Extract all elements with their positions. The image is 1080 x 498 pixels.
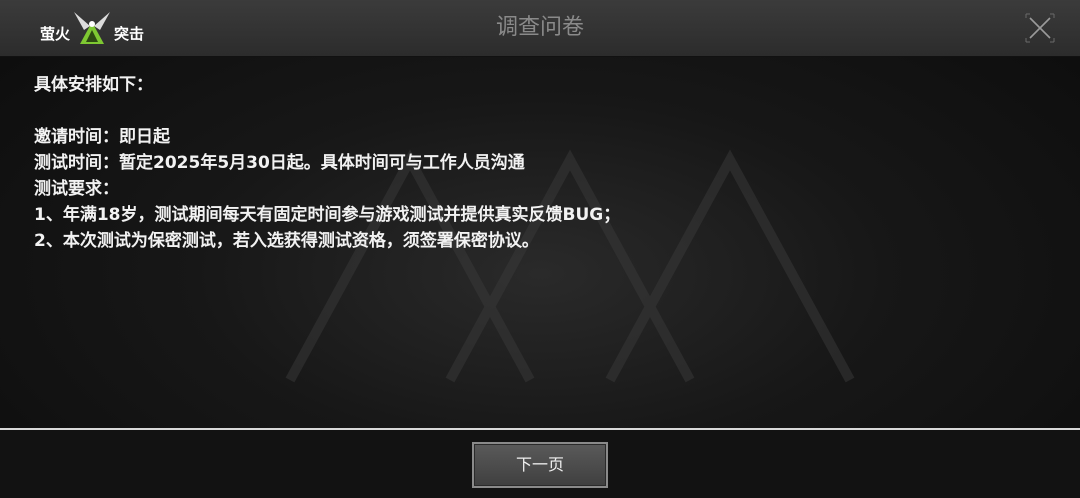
title-bar: 萤火 突击 调查问卷 [0, 0, 1080, 57]
survey-dialog: 萤火 突击 调查问卷 具体安排如下： 邀请时间：即日起 测试时间：暂定2025年… [0, 0, 1080, 498]
dialog-title: 调查问卷 [495, 15, 584, 40]
test-time-line: 测试时间：暂定2025年5月30日起。具体时间可与工作人员沟通 [34, 153, 525, 173]
requirement-item-2: 2、本次测试为保密测试，若入选获得测试资格，须签署保密协议。 [34, 231, 539, 251]
content-heading: 具体安排如下： [34, 75, 153, 95]
next-page-button[interactable]: 下一页 [472, 442, 608, 488]
survey-content: 具体安排如下： 邀请时间：即日起 测试时间：暂定2025年5月30日起。具体时间… [34, 72, 1034, 254]
test-requirements-heading: 测试要求： [34, 179, 119, 199]
invite-time-line: 邀请时间：即日起 [34, 127, 170, 147]
close-icon [1025, 13, 1055, 43]
requirement-item-1: 1、年满18岁，测试期间每天有固定时间参与游戏测试并提供真实反馈BUG； [34, 205, 621, 225]
close-button[interactable] [1024, 12, 1056, 44]
